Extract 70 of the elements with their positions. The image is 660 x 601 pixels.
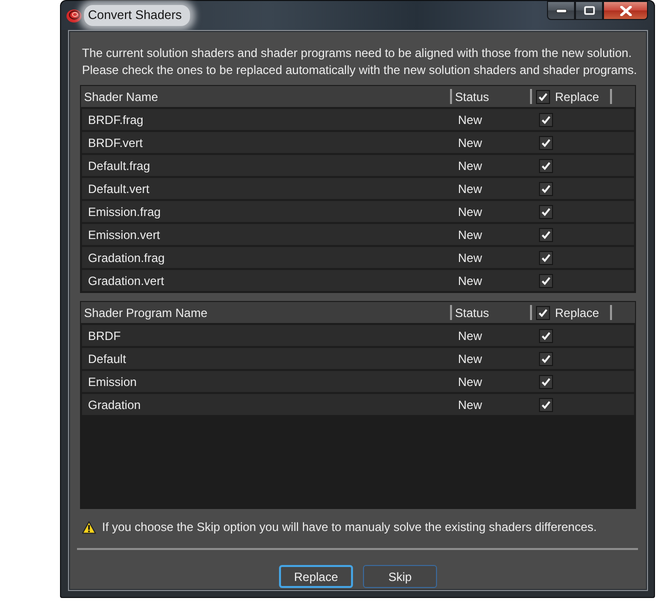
name-cell-text: Default.frag <box>87 158 152 174</box>
checkbox[interactable] <box>539 112 553 126</box>
checkbox[interactable] <box>539 158 553 172</box>
close-icon <box>620 6 632 16</box>
maximize-button[interactable] <box>575 1 603 20</box>
minimize-button[interactable] <box>547 1 575 20</box>
table-row[interactable]: Default.frag New <box>82 155 634 176</box>
checkbox[interactable] <box>539 274 553 288</box>
status-cell-text: New <box>457 158 484 174</box>
column-header[interactable]: Shader Program Name <box>81 304 450 322</box>
checkbox[interactable] <box>539 328 553 342</box>
window-title: Convert Shaders <box>84 5 190 26</box>
column-header[interactable]: Replace <box>555 88 600 106</box>
name-cell-text: BRDF <box>87 328 122 344</box>
message-line: Please check the ones to be replaced automatically with the new solution shaders and shader programs. <box>81 62 636 79</box>
status-cell-text: New <box>457 272 484 290</box>
status-cell-text: New <box>457 134 484 152</box>
table-row[interactable]: BRDF.frag New <box>82 109 634 130</box>
name-cell-text: Gradation.vert <box>87 272 166 290</box>
checkbox[interactable] <box>536 306 550 320</box>
table-row[interactable]: Gradation New <box>82 394 634 415</box>
table-row[interactable]: Emission.vert New <box>82 224 634 245</box>
warning-text: If you choose the Skip option you will have to manualy solve the existing shaders differences. <box>102 519 597 536</box>
table-row[interactable]: Gradation.vert New <box>82 270 634 291</box>
checkbox[interactable] <box>539 204 553 218</box>
close-button[interactable] <box>603 1 648 20</box>
column-header[interactable]: Shader Name <box>81 88 450 106</box>
replace-button[interactable]: Replace <box>279 565 353 588</box>
name-cell-text: Emission <box>87 374 138 390</box>
checkbox[interactable] <box>539 182 553 196</box>
table-row[interactable]: Emission New <box>82 371 634 392</box>
column-header[interactable]: Status <box>452 304 490 322</box>
name-cell-text: BRDF.frag <box>87 112 144 128</box>
status-cell-text: New <box>457 350 484 368</box>
table-row[interactable]: BRDF New <box>82 325 634 346</box>
status-cell-text: New <box>457 112 484 128</box>
skip-button[interactable]: Skip <box>363 565 437 588</box>
name-cell-text: Emission.vert <box>87 226 162 244</box>
checkbox[interactable] <box>539 398 553 412</box>
status-cell-text: New <box>457 180 484 198</box>
status-cell-text: New <box>457 250 484 266</box>
table-row[interactable]: BRDF.vert New <box>82 132 634 153</box>
warning-icon <box>82 520 96 534</box>
status-cell-text: New <box>457 374 484 390</box>
column-header[interactable]: Status <box>452 88 490 106</box>
status-cell-text: New <box>457 396 484 414</box>
table-row[interactable]: Gradation.frag New <box>82 247 634 268</box>
checkbox[interactable] <box>536 90 550 104</box>
checkbox[interactable] <box>539 352 553 366</box>
maximize-icon <box>584 6 594 15</box>
name-cell-text: Gradation <box>87 396 142 414</box>
table-row[interactable]: Default.vert New <box>82 178 634 199</box>
name-cell-text: Default.vert <box>87 180 150 198</box>
name-cell-text: BRDF.vert <box>87 134 144 152</box>
name-cell-text: Gradation.frag <box>87 250 166 266</box>
minimize-icon <box>556 8 566 12</box>
status-cell-text: New <box>457 204 484 220</box>
message-line: The current solution shaders and shader programs need to be aligned with those from the new solution. <box>81 45 633 62</box>
checkbox[interactable] <box>539 250 553 264</box>
name-cell-text: Emission.frag <box>87 204 162 220</box>
status-cell-text: New <box>457 226 484 244</box>
name-cell-text: Default <box>87 350 128 368</box>
table-row[interactable]: Default New <box>82 348 634 369</box>
app-logo-icon <box>66 8 82 23</box>
checkbox[interactable] <box>539 374 553 388</box>
checkbox[interactable] <box>539 136 553 150</box>
column-header[interactable]: Replace <box>555 304 600 322</box>
status-cell-text: New <box>457 328 484 344</box>
checkbox[interactable] <box>539 228 553 242</box>
table-row[interactable]: Emission.frag New <box>82 201 634 222</box>
